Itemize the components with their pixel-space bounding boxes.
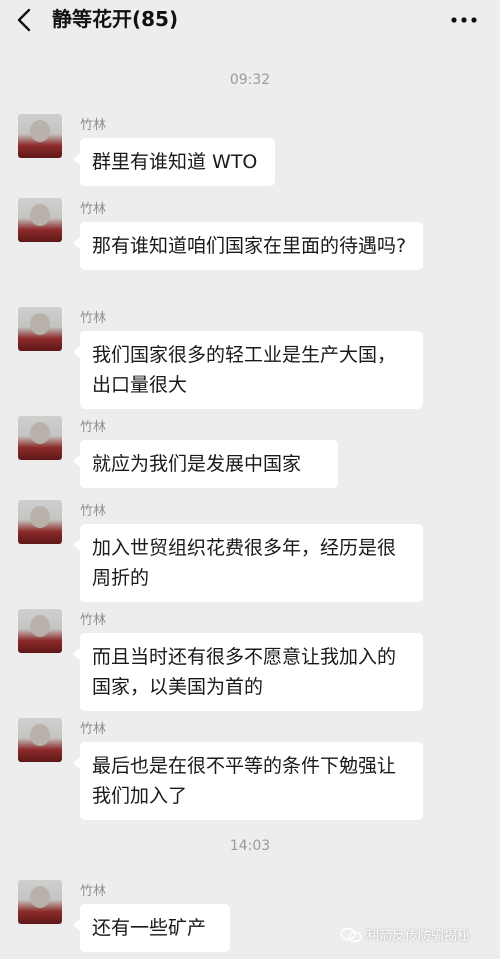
avatar[interactable] [18, 307, 62, 351]
message-bubble[interactable]: 还有一些矿产 [73, 904, 230, 952]
avatar[interactable] [18, 609, 62, 653]
watermark-text: 利箭反传防骗揭秘 [366, 929, 471, 944]
avatar[interactable] [18, 198, 62, 242]
sender-name: 竹林 [80, 202, 107, 217]
watermark: 利箭反传防骗揭秘 [340, 925, 470, 944]
sender-name: 竹林 [80, 722, 107, 737]
message-bubble[interactable]: 我们国家很多的轻工业是生产大国，出口量很大 [73, 331, 423, 409]
sender-name: 竹林 [80, 504, 107, 519]
message-bubble[interactable]: 群里有谁知道 WTO [73, 138, 275, 186]
sender-name: 竹林 [80, 311, 107, 326]
avatar[interactable] [18, 416, 62, 460]
wechat-icon [340, 927, 362, 942]
chevron-left-icon[interactable] [14, 6, 36, 34]
avatar[interactable] [18, 880, 62, 924]
avatar[interactable] [18, 500, 62, 544]
message-bubble[interactable]: 那有谁知道咱们国家在里面的待遇吗? [73, 222, 423, 270]
timestamp: 09:32 [229, 72, 271, 88]
chat-title: 静等花开(85) [52, 7, 179, 31]
sender-name: 竹林 [80, 118, 107, 133]
message-bubble[interactable]: 最后也是在很不平等的条件下勉强让我们加入了 [73, 742, 423, 820]
timestamp: 14:03 [229, 838, 271, 854]
sender-name: 竹林 [80, 884, 107, 899]
avatar[interactable] [18, 718, 62, 762]
top-bar: 静等花开(85) [0, 0, 500, 40]
avatar[interactable] [18, 114, 62, 158]
more-dots-icon[interactable] [450, 16, 478, 24]
message-bubble[interactable]: 就应为我们是发展中国家 [73, 440, 338, 488]
sender-name: 竹林 [80, 613, 107, 628]
message-bubble[interactable]: 而且当时还有很多不愿意让我加入的国家，以美国为首的 [73, 633, 423, 711]
message-bubble[interactable]: 加入世贸组织花费很多年，经历是很周折的 [73, 524, 423, 602]
sender-name: 竹林 [80, 420, 107, 435]
